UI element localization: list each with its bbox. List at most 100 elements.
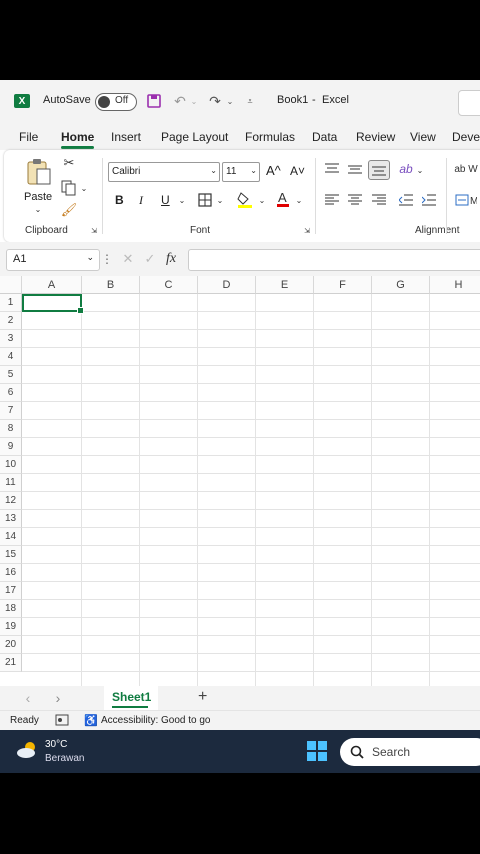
font-size-combo[interactable]: 11 ⌄: [222, 162, 260, 182]
redo-dropdown-icon[interactable]: ⌄: [226, 96, 234, 106]
prev-sheet-icon[interactable]: ‹: [22, 690, 34, 706]
align-top-icon[interactable]: [324, 162, 340, 176]
selected-cell-a1[interactable]: [22, 294, 84, 314]
row-header-13[interactable]: 13: [0, 510, 22, 528]
add-sheet-button[interactable]: +: [198, 688, 207, 706]
align-right-icon[interactable]: [371, 193, 387, 207]
weather-desc[interactable]: Berawan: [45, 753, 84, 764]
autosave-toggle[interactable]: Off: [95, 93, 137, 111]
align-center-icon[interactable]: [347, 193, 363, 207]
tab-page-layout[interactable]: Page Layout: [161, 130, 228, 144]
font-color-dropdown-icon[interactable]: ⌄: [295, 195, 303, 205]
fill-color-icon[interactable]: [237, 191, 253, 209]
shrink-font-button[interactable]: A˅: [290, 164, 305, 178]
underline-dropdown-icon[interactable]: ⌄: [178, 195, 186, 205]
row-header-18[interactable]: 18: [0, 600, 22, 618]
decrease-indent-icon[interactable]: [398, 193, 414, 207]
bold-button[interactable]: B: [115, 193, 124, 207]
align-left-icon[interactable]: [324, 193, 340, 207]
row-header-14[interactable]: 14: [0, 528, 22, 546]
select-all-corner[interactable]: [0, 276, 22, 294]
grow-font-button[interactable]: A^: [266, 163, 281, 178]
row-header-10[interactable]: 10: [0, 456, 22, 474]
row-header-12[interactable]: 12: [0, 492, 22, 510]
column-header-f[interactable]: F: [314, 276, 372, 294]
paste-label[interactable]: Paste: [24, 191, 52, 203]
copy-dropdown-icon[interactable]: ⌄: [80, 183, 88, 193]
fill-color-dropdown-icon[interactable]: ⌄: [258, 195, 266, 205]
customize-toolbar-icon[interactable]: ⩡: [245, 95, 255, 107]
accessibility-icon[interactable]: ♿: [84, 714, 98, 727]
weather-cloudy-icon[interactable]: [16, 740, 40, 760]
align-middle-icon[interactable]: [347, 162, 363, 176]
italic-button[interactable]: I: [139, 193, 143, 208]
redo-icon[interactable]: ↷: [207, 93, 223, 109]
tab-data[interactable]: Data: [312, 130, 337, 144]
taskbar-search[interactable]: Search: [340, 738, 480, 766]
row-header-4[interactable]: 4: [0, 348, 22, 366]
row-header-16[interactable]: 16: [0, 564, 22, 582]
wrap-text-icon[interactable]: ab W: [454, 162, 478, 176]
row-header-9[interactable]: 9: [0, 438, 22, 456]
row-header-17[interactable]: 17: [0, 582, 22, 600]
font-name-combo[interactable]: Calibri ⌄: [108, 162, 220, 182]
borders-dropdown-icon[interactable]: ⌄: [216, 195, 224, 205]
column-header-b[interactable]: B: [82, 276, 140, 294]
format-painter-icon[interactable]: 🖌: [61, 202, 78, 217]
row-header-11[interactable]: 11: [0, 474, 22, 492]
fill-handle[interactable]: [77, 307, 84, 314]
column-header-a[interactable]: A: [22, 276, 82, 294]
formula-input[interactable]: [188, 249, 480, 271]
row-header-19[interactable]: 19: [0, 618, 22, 636]
align-bottom-icon[interactable]: [368, 160, 390, 180]
tab-home[interactable]: Home: [61, 130, 94, 144]
column-header-d[interactable]: D: [198, 276, 256, 294]
paste-icon[interactable]: [26, 158, 52, 186]
row-header-3[interactable]: 3: [0, 330, 22, 348]
tab-file[interactable]: File: [19, 130, 38, 144]
name-box[interactable]: A1 ⌄: [6, 249, 100, 271]
row-header-5[interactable]: 5: [0, 366, 22, 384]
orientation-icon[interactable]: ab: [398, 161, 414, 177]
macro-record-icon[interactable]: [55, 714, 69, 726]
copy-icon[interactable]: [61, 180, 77, 196]
column-header-g[interactable]: G: [372, 276, 430, 294]
next-sheet-icon[interactable]: ›: [52, 690, 64, 706]
cut-icon[interactable]: ✂: [62, 155, 76, 170]
search-box-partial[interactable]: [458, 90, 480, 116]
tab-insert[interactable]: Insert: [111, 130, 141, 144]
row-header-7[interactable]: 7: [0, 402, 22, 420]
save-icon[interactable]: [147, 94, 161, 108]
font-launcher-icon[interactable]: ⇲: [303, 227, 311, 235]
undo-icon[interactable]: ↶: [172, 93, 188, 109]
row-header-21[interactable]: 21: [0, 654, 22, 672]
insert-function-button[interactable]: fx: [166, 251, 176, 267]
row-header-20[interactable]: 20: [0, 636, 22, 654]
borders-icon[interactable]: [197, 192, 213, 208]
weather-temp[interactable]: 30°C: [45, 739, 67, 750]
merge-center-icon[interactable]: M: [454, 193, 478, 207]
font-color-icon[interactable]: A: [276, 190, 290, 208]
undo-dropdown-icon[interactable]: ⌄: [190, 96, 198, 106]
worksheet-grid[interactable]: A B C D E F G H 1 2 3 4 5 6 7 8 9 10 11 12 13 14 15 16 17 18 19 20 2…: [0, 276, 480, 686]
increase-indent-icon[interactable]: [421, 193, 437, 207]
accessibility-status[interactable]: Accessibility: Good to go: [101, 715, 211, 726]
row-header-8[interactable]: 8: [0, 420, 22, 438]
tab-review[interactable]: Review: [356, 130, 395, 144]
tab-view[interactable]: View: [410, 130, 436, 144]
clipboard-launcher-icon[interactable]: ⇲: [90, 227, 98, 235]
more-options-icon[interactable]: ⋮: [101, 252, 113, 266]
row-header-15[interactable]: 15: [0, 546, 22, 564]
column-header-h[interactable]: H: [430, 276, 480, 294]
tab-formulas[interactable]: Formulas: [245, 130, 295, 144]
row-header-2[interactable]: 2: [0, 312, 22, 330]
orientation-dropdown-icon[interactable]: ⌄: [416, 165, 424, 175]
windows-start-icon[interactable]: [307, 741, 327, 761]
tab-developer[interactable]: Devel: [452, 130, 480, 144]
underline-button[interactable]: U: [161, 193, 170, 207]
paste-dropdown-icon[interactable]: ⌄: [33, 204, 43, 214]
row-header-1[interactable]: 1: [0, 294, 22, 312]
column-header-e[interactable]: E: [256, 276, 314, 294]
sheet-tab-sheet1[interactable]: Sheet1: [104, 686, 158, 710]
row-header-6[interactable]: 6: [0, 384, 22, 402]
